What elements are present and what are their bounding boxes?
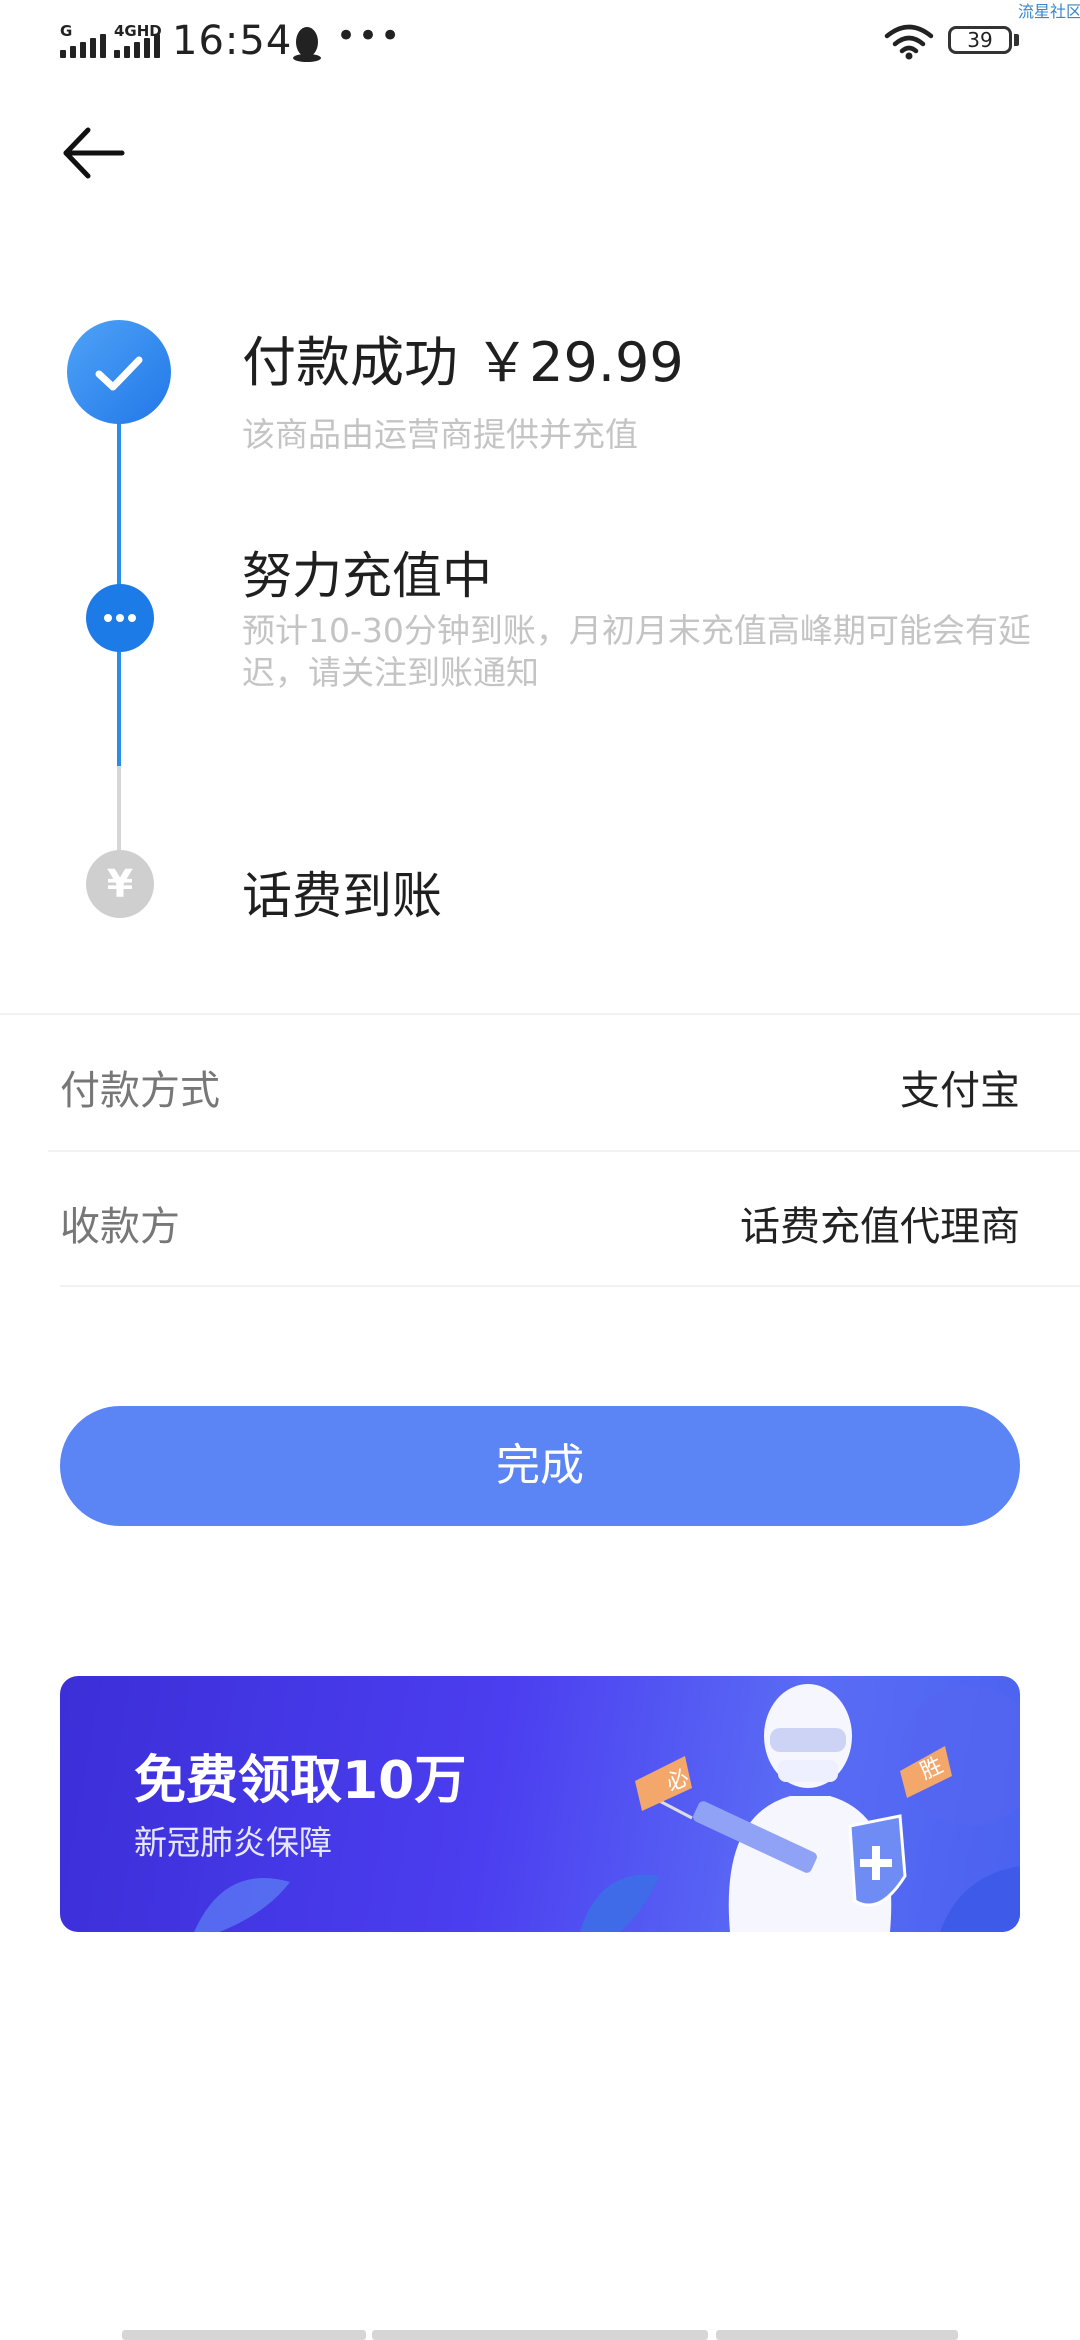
banner-title: 免费领取10万 xyxy=(134,1751,467,1811)
back-button[interactable] xyxy=(54,118,134,188)
payment-method-label: 付款方式 xyxy=(60,1068,220,1114)
arrow-left-icon xyxy=(63,127,125,179)
doctor-illustration: 必 胜 xyxy=(580,1684,1020,1932)
payee-label: 收款方 xyxy=(60,1204,180,1250)
wifi-icon xyxy=(884,24,934,60)
battery-icon: 39 xyxy=(948,26,1012,54)
step-recharging-title: 努力充值中 xyxy=(242,547,492,605)
done-button[interactable]: 完成 xyxy=(60,1406,1020,1526)
timeline-progress-line xyxy=(117,370,121,766)
qq-penguin-icon xyxy=(293,27,321,62)
check-icon xyxy=(95,356,143,391)
row-divider xyxy=(60,1285,1080,1287)
status-bar: G 4GHD 16:54 ••• 39 流星社区 xyxy=(0,0,1080,90)
section-divider xyxy=(0,1013,1080,1015)
leaf-decoration xyxy=(194,1878,290,1932)
step-arrived-title: 话费到账 xyxy=(242,867,442,925)
yuan-icon: ¥ xyxy=(86,850,154,918)
insurance-banner[interactable]: 免费领取10万 新冠肺炎保障 必 胜 xyxy=(60,1676,1020,1932)
ellipsis-icon xyxy=(104,614,136,622)
row-divider xyxy=(48,1150,1080,1152)
step-paid-subtitle: 该商品由运营商提供并充值 xyxy=(242,415,638,454)
nav-gesture-segment xyxy=(122,2330,366,2340)
payment-method-value: 支付宝 xyxy=(900,1068,1020,1114)
step-recharging-subtitle: 预计10-30分钟到账，月初月末充值高峰期可能会有延迟，请关注到账通知 xyxy=(242,611,1031,692)
watermark: 流星社区 xyxy=(1018,2,1080,21)
battery-tip xyxy=(1014,34,1019,46)
battery-level: 39 xyxy=(967,28,993,52)
status-time: 16:54 xyxy=(172,18,293,64)
nav-gesture-segment xyxy=(716,2330,958,2340)
step-done-marker xyxy=(67,320,171,424)
payee-value: 话费充值代理商 xyxy=(740,1204,1020,1250)
step-active-marker xyxy=(86,584,154,652)
step-paid-title: 付款成功 ￥29.99 xyxy=(242,331,684,394)
more-icon: ••• xyxy=(336,16,403,56)
nav-gesture-segment xyxy=(372,2330,708,2340)
banner-subtitle: 新冠肺炎保障 xyxy=(134,1823,332,1862)
